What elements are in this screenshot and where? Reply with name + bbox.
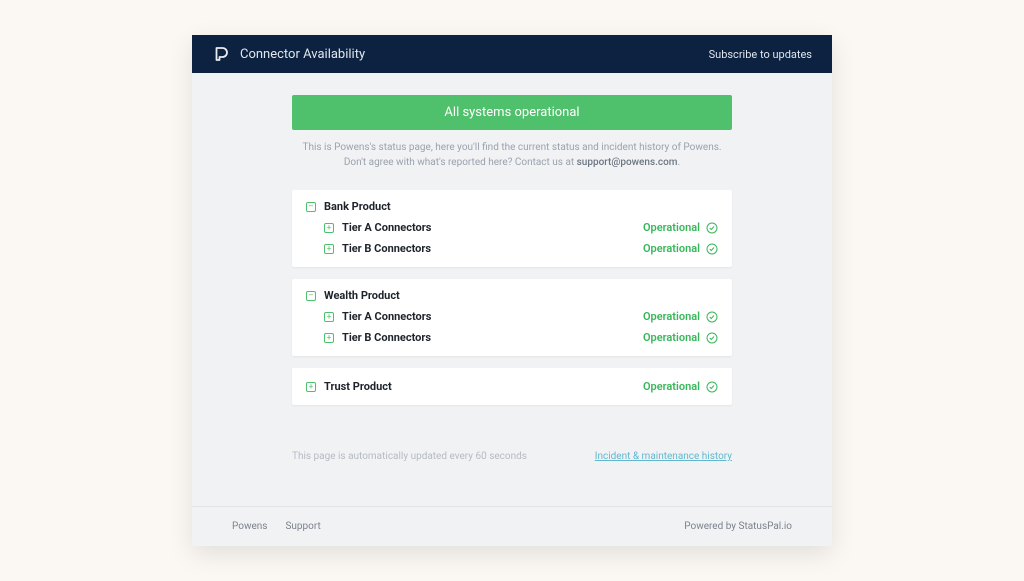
check-circle-icon <box>706 311 718 323</box>
collapse-icon[interactable]: – <box>306 291 316 301</box>
service-status: Operational <box>643 380 718 393</box>
refresh-note: This page is automatically updated every… <box>292 451 527 462</box>
subscribe-link[interactable]: Subscribe to updates <box>709 48 812 61</box>
footer-powens-link[interactable]: Powens <box>232 521 267 532</box>
collapse-icon[interactable]: – <box>306 202 316 212</box>
description-line1: This is Powens's status page, here you'l… <box>302 142 721 153</box>
expand-icon[interactable]: + <box>324 223 334 233</box>
page-footer: Powens Support Powered by StatusPal.io <box>192 506 832 546</box>
group-bank: – Bank Product + Tier A Connectors Opera… <box>292 190 732 267</box>
service-row: + Tier B Connectors Operational <box>306 327 718 348</box>
service-name: Tier A Connectors <box>342 310 431 323</box>
group-trust: + Trust Product Operational <box>292 368 732 405</box>
description-line2-prefix: Don't agree with what's reported here? C… <box>344 157 577 168</box>
group-title: Trust Product <box>324 380 392 393</box>
page-title: Connector Availability <box>240 47 365 62</box>
status-text: Operational <box>643 221 700 234</box>
service-row: + Tier A Connectors Operational <box>306 306 718 327</box>
description-line2-suffix: . <box>678 157 681 168</box>
expand-icon[interactable]: + <box>324 312 334 322</box>
group-wealth: – Wealth Product + Tier A Connectors Ope… <box>292 279 732 356</box>
expand-icon[interactable]: + <box>324 244 334 254</box>
footer-support-link[interactable]: Support <box>285 521 320 532</box>
service-status: Operational <box>643 242 718 255</box>
status-text: Operational <box>643 242 700 255</box>
powered-by: Powered by StatusPal.io <box>684 521 792 532</box>
status-text: Operational <box>643 310 700 323</box>
check-circle-icon <box>706 381 718 393</box>
status-text: Operational <box>643 380 700 393</box>
status-page: Connector Availability Subscribe to upda… <box>192 35 832 546</box>
check-circle-icon <box>706 332 718 344</box>
logo-icon <box>212 45 230 63</box>
group-header: – Wealth Product <box>306 289 718 302</box>
service-name: Tier B Connectors <box>342 331 431 344</box>
check-circle-icon <box>706 222 718 234</box>
content: All systems operational This is Powens's… <box>192 73 832 476</box>
service-name: Tier B Connectors <box>342 242 431 255</box>
service-row: + Tier B Connectors Operational <box>306 238 718 259</box>
service-status: Operational <box>643 331 718 344</box>
service-status: Operational <box>643 221 718 234</box>
history-link[interactable]: Incident & maintenance history <box>595 451 732 462</box>
group-header: – Bank Product <box>306 200 718 213</box>
group-title: Bank Product <box>324 200 391 213</box>
service-row: + Tier A Connectors Operational <box>306 217 718 238</box>
top-bar: Connector Availability Subscribe to upda… <box>192 35 832 73</box>
expand-icon[interactable]: + <box>306 382 316 392</box>
expand-icon[interactable]: + <box>324 333 334 343</box>
check-circle-icon <box>706 243 718 255</box>
description: This is Powens's status page, here you'l… <box>302 140 721 170</box>
status-text: Operational <box>643 331 700 344</box>
footer-row: This page is automatically updated every… <box>292 451 732 462</box>
service-name: Tier A Connectors <box>342 221 431 234</box>
service-status: Operational <box>643 310 718 323</box>
status-banner: All systems operational <box>292 95 732 130</box>
support-email[interactable]: support@powens.com <box>577 157 678 168</box>
brand: Connector Availability <box>212 45 365 63</box>
service-groups: – Bank Product + Tier A Connectors Opera… <box>292 190 732 405</box>
group-title: Wealth Product <box>324 289 400 302</box>
